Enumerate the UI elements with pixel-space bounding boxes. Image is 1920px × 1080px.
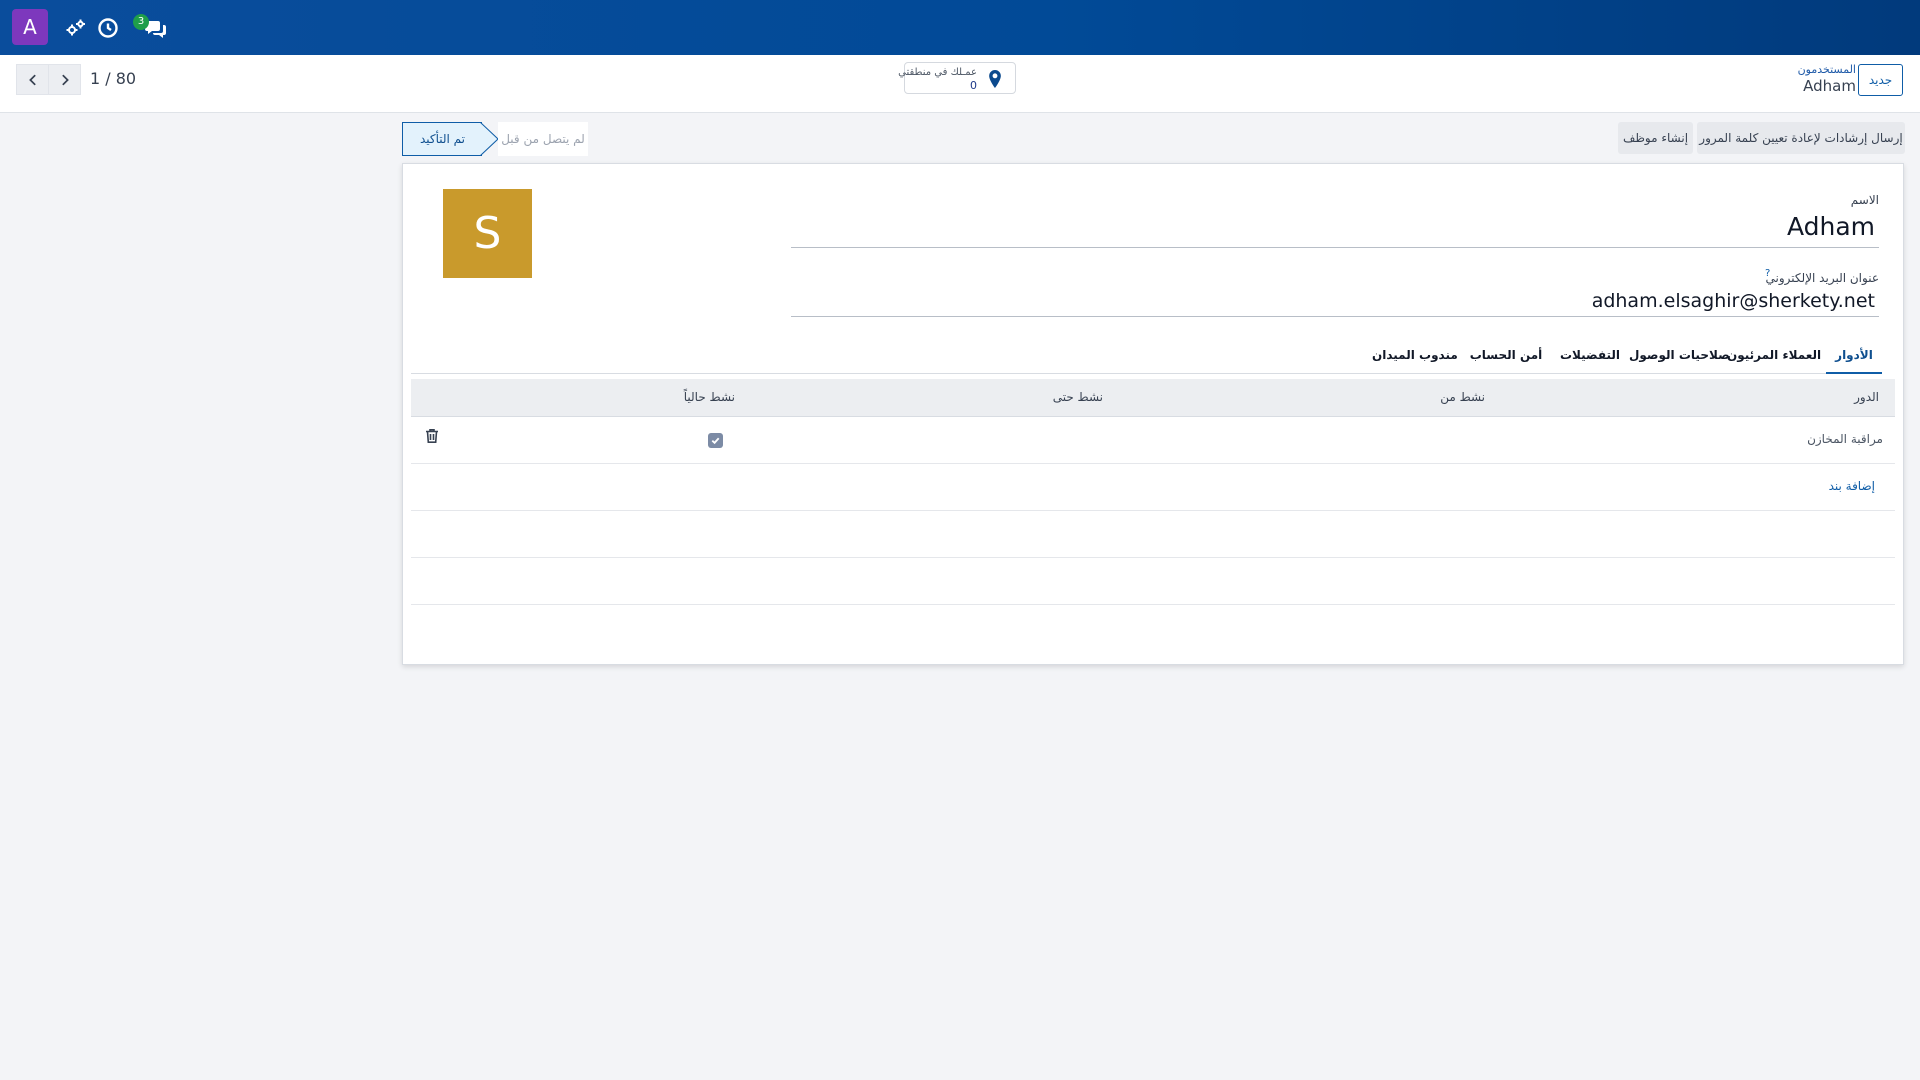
empty-row <box>411 558 1895 605</box>
email-label: عنوان البريد الإلكتروني <box>1765 271 1879 285</box>
roles-table-header: الدور نشط من نشط حتى نشط حالياً <box>411 379 1895 417</box>
table-row[interactable]: مراقبة المخازن <box>411 417 1895 464</box>
status-arrow-icon <box>480 122 498 156</box>
checkmark-icon <box>711 437 720 445</box>
empty-row <box>411 511 1895 558</box>
email-field[interactable]: adham.elsaghir@sherkety.net <box>1592 290 1875 312</box>
name-field[interactable]: Adham <box>1787 212 1875 241</box>
tab-visible-customers[interactable]: العملاء المرئيون <box>1727 337 1821 374</box>
control-panel: 1 / 80 عمـلك في منطقتي 0 المستخدمون Adha… <box>0 55 1920 113</box>
add-line-link[interactable]: إضافة بند <box>1829 479 1875 493</box>
column-active-from[interactable]: نشط من <box>1440 390 1485 404</box>
new-record-button[interactable]: جديد <box>1858 64 1903 96</box>
work-location-label: عمـلك في منطقتي <box>898 67 977 78</box>
column-active-to[interactable]: نشط حتى <box>1053 390 1103 404</box>
create-employee-button[interactable]: إنشاء موظف <box>1618 122 1693 154</box>
email-underline <box>791 316 1879 317</box>
tab-access-rights[interactable]: صلاحيات الوصول <box>1629 337 1730 374</box>
pager-previous-button[interactable] <box>16 64 49 95</box>
chat-badge: 3 <box>133 14 149 30</box>
tab-account-security[interactable]: أمن الحساب <box>1468 337 1544 374</box>
status-confirmed[interactable]: تم التأكيد <box>402 122 482 156</box>
clock-icon[interactable] <box>96 16 120 40</box>
chevron-left-icon <box>28 74 36 85</box>
breadcrumb-current: Adham <box>1803 77 1856 95</box>
settings-gears-icon[interactable] <box>64 16 88 40</box>
user-form-sheet: S الاسم Adham عنوان البريد الإلكتروني ? … <box>402 163 1904 665</box>
pager-next-button[interactable] <box>48 64 81 95</box>
work-location-count: 0 <box>970 79 977 92</box>
work-location-widget[interactable]: عمـلك في منطقتي 0 <box>898 62 1016 94</box>
column-currently-active[interactable]: نشط حالياً <box>684 390 735 404</box>
tab-roles[interactable]: الأدوار <box>1826 337 1882 374</box>
send-password-reset-button[interactable]: إرسال إرشادات لإعادة تعيين كلمة المرور <box>1697 122 1905 154</box>
breadcrumb-parent-link[interactable]: المستخدمون <box>1798 63 1856 76</box>
pager-value[interactable]: 1 / 80 <box>90 69 136 88</box>
app-avatar[interactable]: A <box>12 9 48 45</box>
form-tabs: الأدوار العملاء المرئيون صلاحيات الوصول … <box>411 337 1882 374</box>
name-label: الاسم <box>1850 193 1879 207</box>
map-pin-icon <box>987 70 1003 88</box>
email-help-tooltip[interactable]: ? <box>1765 268 1770 279</box>
tab-field-representative[interactable]: مندوب الميدان <box>1372 337 1458 374</box>
trash-icon[interactable] <box>425 428 439 444</box>
user-avatar-image[interactable]: S <box>443 189 532 278</box>
status-bar: تم التأكيد لم يتصل من قبل <box>402 122 588 156</box>
name-underline <box>791 247 1879 248</box>
top-navbar: A 3 <box>0 0 1920 55</box>
add-line-row: إضافة بند <box>411 464 1895 511</box>
currently-active-checkbox[interactable] <box>708 433 723 448</box>
column-role[interactable]: الدور <box>1854 390 1879 404</box>
tab-preferences[interactable]: التفضيلات <box>1556 337 1624 374</box>
status-never-connected[interactable]: لم يتصل من قبل <box>498 122 588 156</box>
chevron-right-icon <box>61 74 69 85</box>
role-cell[interactable]: مراقبة المخازن <box>1807 432 1883 446</box>
